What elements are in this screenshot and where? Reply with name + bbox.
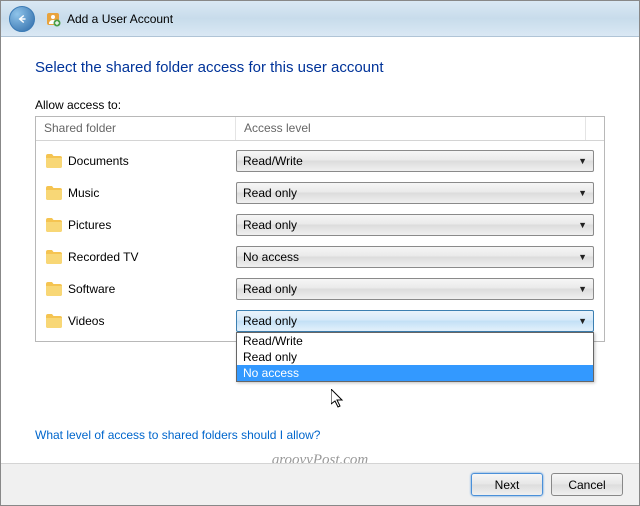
chevron-down-icon: ▼	[578, 188, 587, 198]
access-dropdown: Read/WriteRead onlyNo access	[236, 332, 594, 382]
access-select-wrap: Read only ▼	[236, 278, 594, 300]
folder-cell: Software	[46, 282, 236, 296]
table-row: VideosRead only▼Read/WriteRead onlyNo ac…	[46, 307, 594, 335]
access-table: Shared folder Access level Documents Read…	[35, 116, 605, 342]
chevron-down-icon: ▼	[578, 316, 587, 326]
access-select[interactable]: Read only ▼	[236, 182, 594, 204]
chevron-down-icon: ▼	[578, 284, 587, 294]
folder-cell: Documents	[46, 154, 236, 168]
folder-name: Recorded TV	[68, 250, 138, 264]
arrow-left-icon	[15, 12, 29, 26]
column-header-spacer	[586, 117, 604, 140]
page-heading: Select the shared folder access for this…	[35, 59, 605, 76]
table-body: DocumentsRead/Write▼MusicRead only▼Pictu…	[36, 141, 604, 341]
access-select-value: Read only	[243, 282, 297, 296]
access-select-value: No access	[243, 250, 299, 264]
folder-icon	[46, 250, 62, 264]
table-row: Documents Read/Write ▼	[46, 147, 594, 175]
next-button[interactable]: Next	[471, 473, 543, 496]
help-link[interactable]: What level of access to shared folders s…	[35, 428, 320, 442]
titlebar: Add a User Account	[1, 1, 639, 37]
folder-name: Videos	[68, 314, 104, 328]
access-select[interactable]: Read/Write ▼	[236, 150, 594, 172]
access-select[interactable]: Read only ▼	[236, 214, 594, 236]
access-select-wrap: Read only ▼	[236, 214, 594, 236]
back-button[interactable]	[9, 6, 35, 32]
folder-icon	[46, 218, 62, 232]
access-select-value: Read only	[243, 218, 297, 232]
folder-cell: Videos	[46, 314, 236, 328]
folder-name: Software	[68, 282, 115, 296]
folder-name: Music	[68, 186, 99, 200]
folder-icon	[46, 314, 62, 328]
access-select-wrap: Read/Write ▼	[236, 150, 594, 172]
chevron-down-icon: ▼	[578, 252, 587, 262]
access-select-value: Read only	[243, 314, 297, 328]
cancel-button[interactable]: Cancel	[551, 473, 623, 496]
folder-name: Pictures	[68, 218, 111, 232]
window-title: Add a User Account	[67, 12, 173, 26]
content-area: Select the shared folder access for this…	[1, 37, 639, 442]
access-select-value: Read/Write	[243, 154, 303, 168]
dropdown-option[interactable]: Read/Write	[237, 333, 593, 349]
folder-name: Documents	[68, 154, 129, 168]
folder-cell: Music	[46, 186, 236, 200]
chevron-down-icon: ▼	[578, 156, 587, 166]
table-row: Recorded TV No access ▼	[46, 243, 594, 271]
dropdown-option[interactable]: No access	[237, 365, 593, 381]
access-select[interactable]: Read only ▼	[236, 310, 594, 332]
table-row: Music Read only ▼	[46, 179, 594, 207]
access-select[interactable]: No access ▼	[236, 246, 594, 268]
folder-cell: Pictures	[46, 218, 236, 232]
access-select-wrap: No access ▼	[236, 246, 594, 268]
table-header: Shared folder Access level	[36, 117, 604, 141]
column-header-folder[interactable]: Shared folder	[36, 117, 236, 140]
table-row: Software Read only ▼	[46, 275, 594, 303]
allow-access-label: Allow access to:	[35, 98, 605, 112]
access-select[interactable]: Read only ▼	[236, 278, 594, 300]
dialog-window: Add a User Account Select the shared fol…	[0, 0, 640, 506]
folder-icon	[46, 154, 62, 168]
button-bar: Next Cancel	[1, 463, 639, 505]
column-header-access[interactable]: Access level	[236, 117, 586, 140]
folder-icon	[46, 282, 62, 296]
table-row: Pictures Read only ▼	[46, 211, 594, 239]
folder-icon	[46, 186, 62, 200]
access-select-wrap: Read only ▼	[236, 182, 594, 204]
dropdown-option[interactable]: Read only	[237, 349, 593, 365]
access-select-value: Read only	[243, 186, 297, 200]
access-select-wrap: Read only▼Read/WriteRead onlyNo access	[236, 310, 594, 332]
user-account-icon	[45, 11, 61, 27]
chevron-down-icon: ▼	[578, 220, 587, 230]
folder-cell: Recorded TV	[46, 250, 236, 264]
